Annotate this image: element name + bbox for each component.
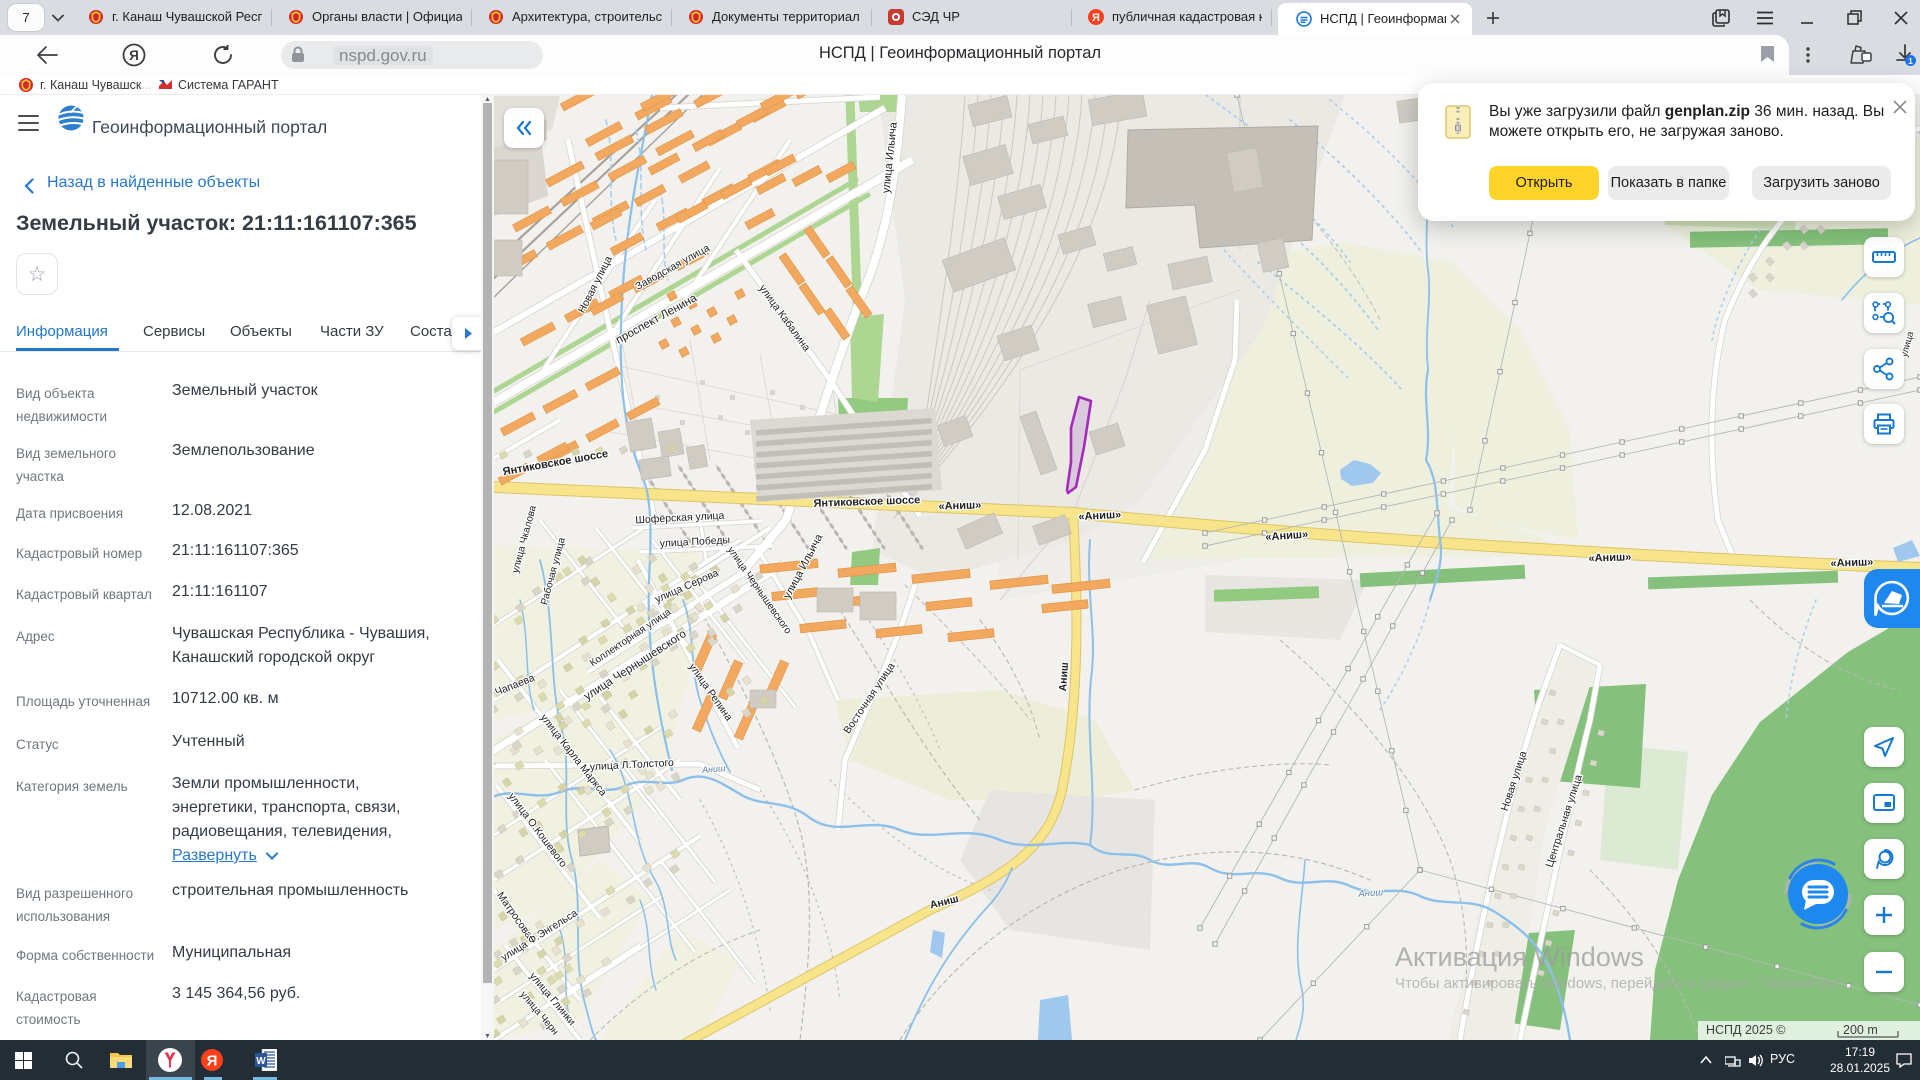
svg-text:«Аниш»: «Аниш» (1830, 556, 1873, 569)
svg-text:Аниш: Аниш (1357, 887, 1384, 900)
svg-text:«Аниш»: «Аниш» (1078, 509, 1121, 523)
svg-text:1: 1 (1908, 56, 1913, 66)
svg-text:«Аниш»: «Аниш» (938, 499, 981, 512)
svg-text:Активация Windows: Активация Windows (1395, 942, 1644, 972)
svg-text:Я: Я (207, 1053, 218, 1070)
svg-text:Я: Я (1092, 12, 1100, 24)
svg-text:Чтобы активировать Windows, пе: Чтобы активировать Windows, перейдите в … (1395, 975, 1848, 992)
svg-text:Аниш: Аниш (1057, 662, 1071, 692)
svg-text:W: W (256, 1056, 266, 1067)
svg-text:«Аниш»: «Аниш» (1588, 551, 1631, 564)
